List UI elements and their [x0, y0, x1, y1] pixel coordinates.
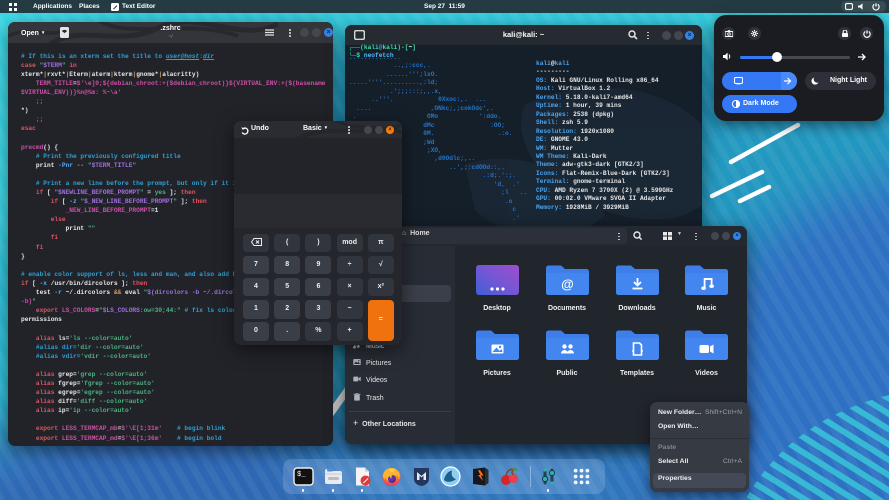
- svg-text:@: @: [561, 277, 574, 292]
- svg-text:$_: $_: [297, 471, 306, 479]
